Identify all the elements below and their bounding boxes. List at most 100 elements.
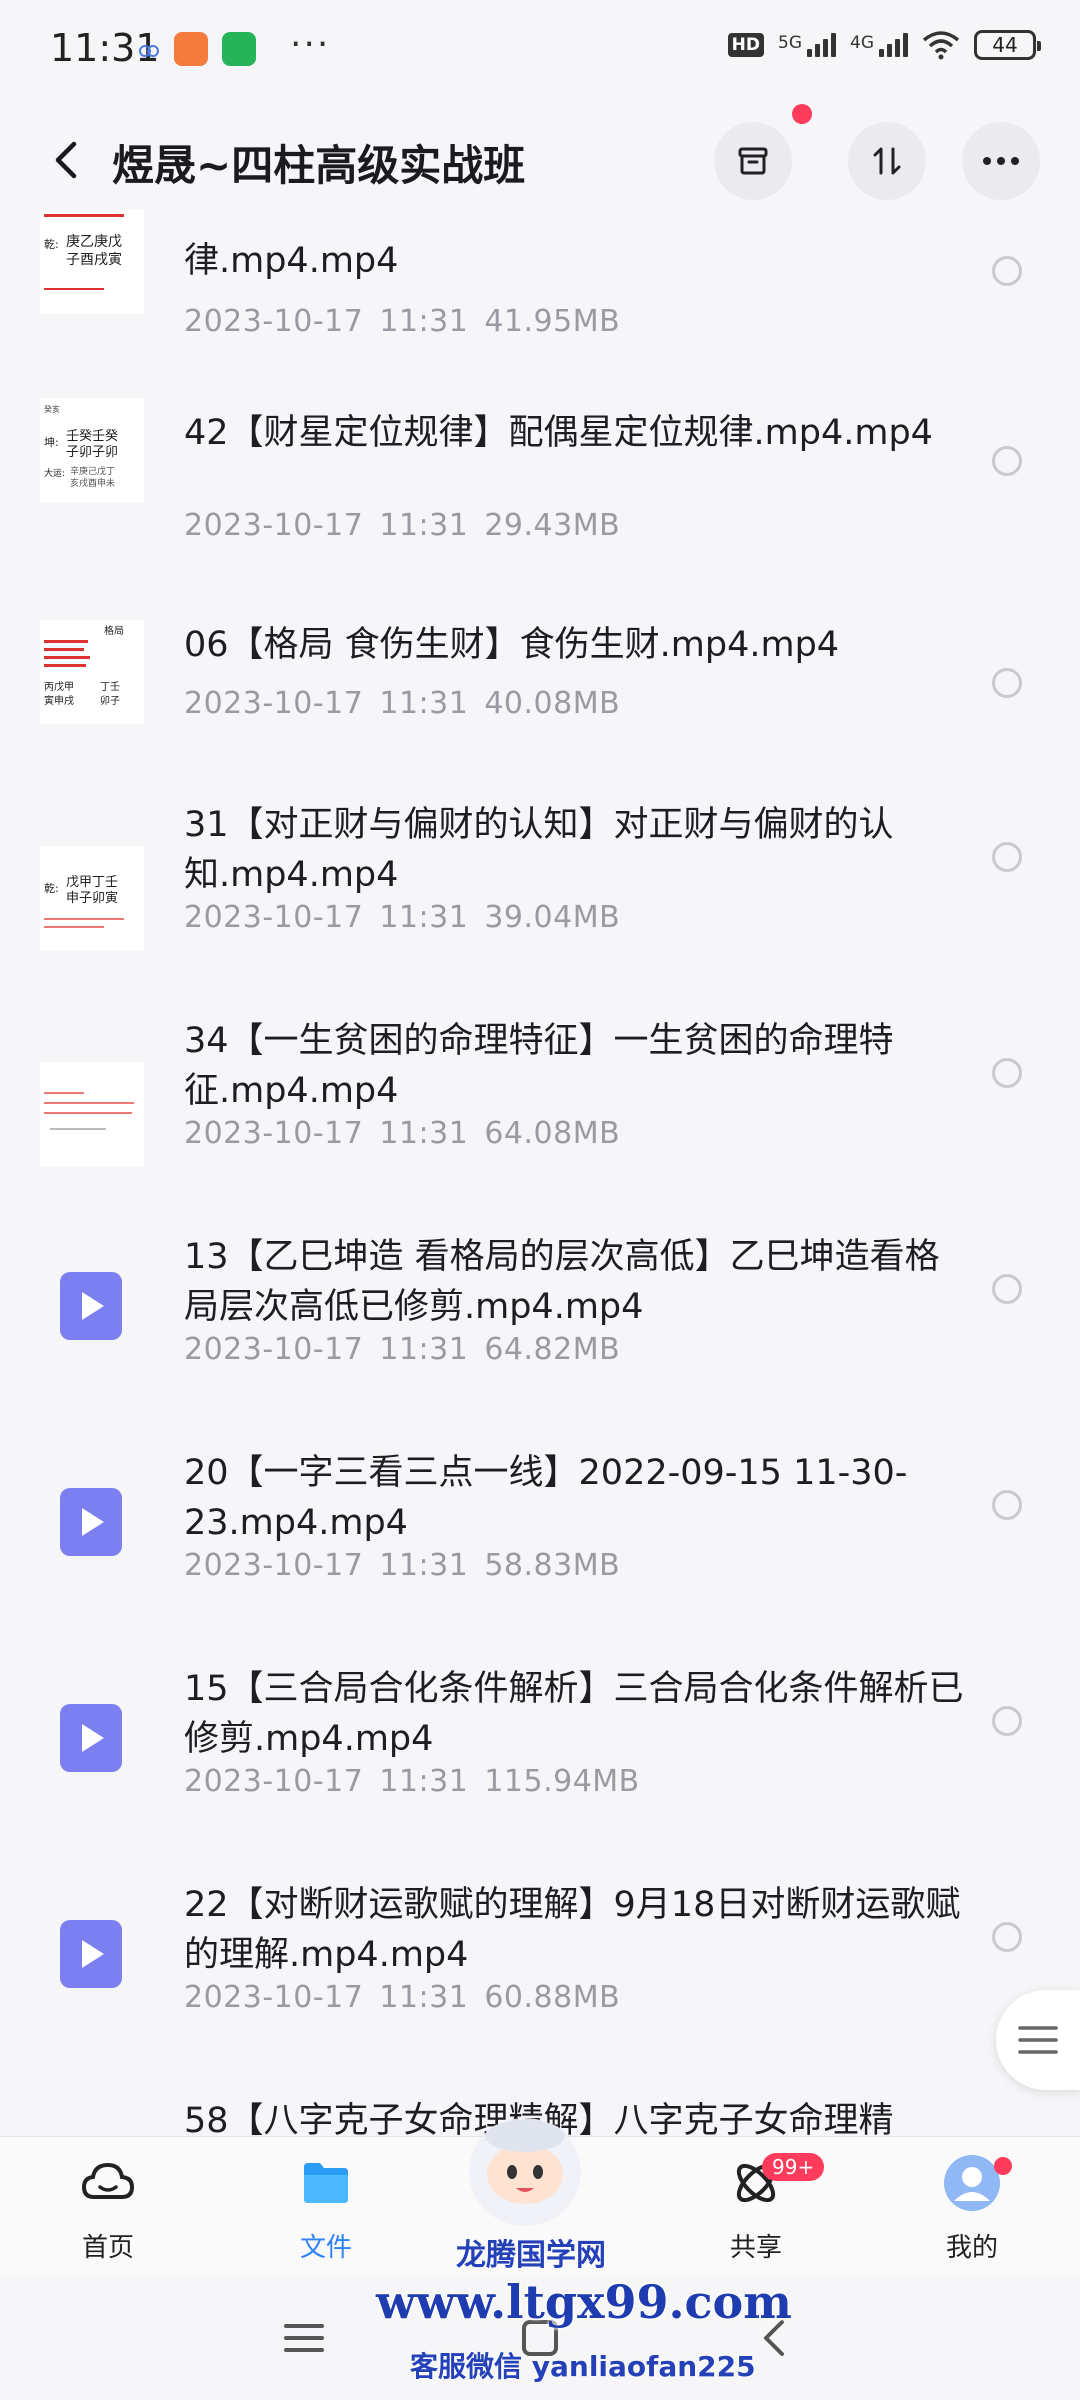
file-row[interactable]: 15【三合局合化条件解析】三合局合化条件解析已修剪.mp4.mp4 2023-1… [0, 1644, 1080, 1860]
select-radio[interactable] [992, 1274, 1022, 1304]
file-meta: 2023-10-17 11:31 41.95MB [184, 304, 621, 339]
file-name: 15【三合局合化条件解析】三合局合化条件解析已修剪.mp4.mp4 [184, 1669, 964, 1759]
file-name: 律.mp4.mp4 [184, 241, 399, 281]
watermark-overlay: 龙腾国学网 www.ltgx99.com 客服微信 yanliaofan225 [360, 2110, 792, 2400]
more-options-button[interactable] [962, 122, 1040, 200]
select-radio[interactable] [992, 1706, 1022, 1736]
video-thumbnail: 癸亥坤: 壬癸壬癸 子卯子卯 大运: 辛庚己戊丁 亥戌酉申未 [40, 398, 144, 502]
file-meta: 2023-10-17 11:31 60.88MB [184, 1980, 621, 2015]
wifi-icon [922, 31, 960, 60]
file-row[interactable]: 格局丙戊甲 寅申戌 丁壬卯子 06【格局 食伤生财】食伤生财.mp4.mp4 202… [0, 590, 1080, 806]
file-name: 34【一生贫困的命理特征】一生贫困的命理特征.mp4.mp4 [184, 1021, 894, 1111]
file-meta: 2023-10-17 11:31 64.82MB [184, 1332, 621, 1367]
hd-badge: HD [727, 33, 764, 57]
svg-text:格局: 格局 [104, 624, 124, 637]
svg-text:乾:: 乾: [44, 882, 59, 895]
svg-text:壬癸壬癸: 壬癸壬癸 [66, 429, 118, 444]
status-app-icons [138, 32, 256, 66]
svg-text:坤:: 坤: [44, 435, 59, 449]
select-radio[interactable] [992, 446, 1022, 476]
svg-text:卯子: 卯子 [100, 695, 120, 707]
sort-arrows-icon [873, 147, 901, 175]
file-row[interactable]: 乾: 庚乙庚戊 子酉戌寅 律.mp4.mp4 2023-10-17 11:31 41.9… [0, 210, 1080, 346]
battery-icon: 44 [974, 30, 1041, 60]
sort-button[interactable] [848, 122, 926, 200]
file-row[interactable]: 34【一生贫困的命理特征】一生贫困的命理特征.mp4.mp4 2023-10-1… [0, 996, 1080, 1212]
file-meta: 2023-10-17 11:31 115.94MB [184, 1764, 640, 1799]
phone-app-icon [222, 32, 256, 66]
watermark-url: www.ltgx99.com [376, 2275, 792, 2329]
share-badge: 99+ [762, 2153, 825, 2181]
nav-home[interactable]: 首页 [38, 2153, 178, 2264]
video-file-icon [60, 1920, 122, 1988]
select-radio[interactable] [992, 842, 1022, 872]
signal-5g-icon: 5G [778, 33, 836, 57]
svg-text:子酉戌寅: 子酉戌寅 [66, 251, 122, 268]
mascot-logo-icon [469, 2118, 581, 2226]
svg-text:子卯子卯: 子卯子卯 [66, 445, 118, 460]
notification-dot [792, 104, 812, 124]
svg-text:丙戊甲: 丙戊甲 [44, 681, 74, 693]
file-meta: 2023-10-17 11:31 39.04MB [184, 900, 621, 935]
nav-mine-label: 我的 [945, 2233, 998, 2263]
video-thumbnail: 格局丙戊甲 寅申戌 丁壬卯子 [40, 620, 144, 724]
file-name: 31【对正财与偏财的认知】对正财与偏财的认知.mp4.mp4 [184, 805, 894, 895]
select-radio[interactable] [992, 256, 1022, 286]
svg-text:癸亥: 癸亥 [44, 404, 60, 414]
file-meta: 2023-10-17 11:31 64.08MB [184, 1116, 621, 1151]
signal-4g-icon: 4G [850, 33, 908, 57]
svg-text:寅申戌: 寅申戌 [44, 694, 74, 707]
video-file-icon [60, 1272, 122, 1340]
video-file-icon [60, 1704, 122, 1772]
hamburger-icon [1018, 2026, 1058, 2054]
svg-text:庚乙庚戊: 庚乙庚戊 [66, 234, 122, 250]
select-radio[interactable] [992, 1058, 1022, 1088]
status-more-icon: ··· [290, 24, 331, 65]
svg-text:亥戌酉申未: 亥戌酉申未 [70, 477, 115, 489]
svg-text:乾:: 乾: [44, 238, 59, 251]
file-row[interactable]: 13【乙巳坤造 看格局的层次高低】乙巳坤造看格局层次高低已修剪.mp4.mp4 … [0, 1212, 1080, 1428]
archive-icon [738, 147, 768, 175]
svg-text:辛庚己戊丁: 辛庚己戊丁 [70, 465, 115, 477]
file-meta: 2023-10-17 11:31 40.08MB [184, 686, 621, 721]
file-meta: 2023-10-17 11:31 29.43MB [184, 508, 621, 543]
archive-button[interactable] [714, 122, 792, 200]
avatar-icon [944, 2155, 1000, 2211]
file-name: 42【财星定位规律】配偶星定位规律.mp4.mp4 [184, 413, 933, 453]
page-header: 煜晟~四柱高级实战班 [0, 104, 1080, 210]
file-row[interactable]: 22【对断财运歌赋的理解】9月18日对断财运歌赋的理解.mp4.mp4 2023… [0, 1860, 1080, 2076]
file-list: 乾: 庚乙庚戊 子酉戌寅 律.mp4.mp4 2023-10-17 11:31 41.9… [0, 210, 1080, 2136]
file-meta: 2023-10-17 11:31 58.83MB [184, 1548, 621, 1583]
cloud-notification-icon [139, 45, 159, 57]
status-indicators: HD 5G 4G 44 [727, 30, 1041, 60]
video-thumbnail: 乾: 戊甲丁壬 申子卯寅 [40, 846, 144, 950]
folder-icon [304, 2163, 348, 2203]
file-name: 06【格局 食伤生财】食伤生财.mp4.mp4 [184, 625, 840, 665]
file-row[interactable]: 20【一字三看三点一线】2022-09-15 11-30-23.mp4.mp4 … [0, 1428, 1080, 1644]
nav-home-label: 首页 [81, 2233, 134, 2263]
svg-text:戊甲丁壬: 戊甲丁壬 [66, 875, 118, 890]
select-radio[interactable] [992, 1922, 1022, 1952]
file-name: 20【一字三看三点一线】2022-09-15 11-30-23.mp4.mp4 [184, 1453, 908, 1543]
mine-notification-dot [994, 2157, 1012, 2175]
select-radio[interactable] [992, 668, 1022, 698]
select-radio[interactable] [992, 1490, 1022, 1520]
watermark-contact: 客服微信 yanliaofan225 [410, 2350, 756, 2383]
video-thumbnail [40, 1062, 144, 1166]
file-row[interactable]: 乾: 戊甲丁壬 申子卯寅 31【对正财与偏财的认知】对正财与偏财的认知.mp4.mp… [0, 780, 1080, 996]
file-name: 13【乙巳坤造 看格局的层次高低】乙巳坤造看格局层次高低已修剪.mp4.mp4 [184, 1237, 940, 1327]
video-thumbnail: 乾: 庚乙庚戊 子酉戌寅 [40, 210, 144, 314]
svg-text:丁壬: 丁壬 [100, 681, 120, 693]
cloud-home-icon [81, 2162, 135, 2199]
nav-mine[interactable]: 我的 [902, 2153, 1042, 2264]
recent-apps-icon[interactable] [280, 2314, 328, 2362]
file-row[interactable]: 癸亥坤: 壬癸壬癸 子卯子卯 大运: 辛庚己戊丁 亥戌酉申未 42【财星定位规律】配偶星定… [0, 360, 1080, 576]
video-file-icon [60, 1488, 122, 1556]
back-arrow-icon[interactable] [44, 136, 92, 184]
file-name: 22【对断财运歌赋的理解】9月18日对断财运歌赋的理解.mp4.mp4 [184, 1885, 961, 1975]
more-dots-icon [983, 157, 1019, 165]
svg-text:申子卯寅: 申子卯寅 [66, 890, 118, 906]
watermark-site-name: 龙腾国学网 [456, 2238, 606, 2273]
shopping-app-icon [174, 32, 208, 66]
svg-text:大运:: 大运: [44, 467, 65, 479]
